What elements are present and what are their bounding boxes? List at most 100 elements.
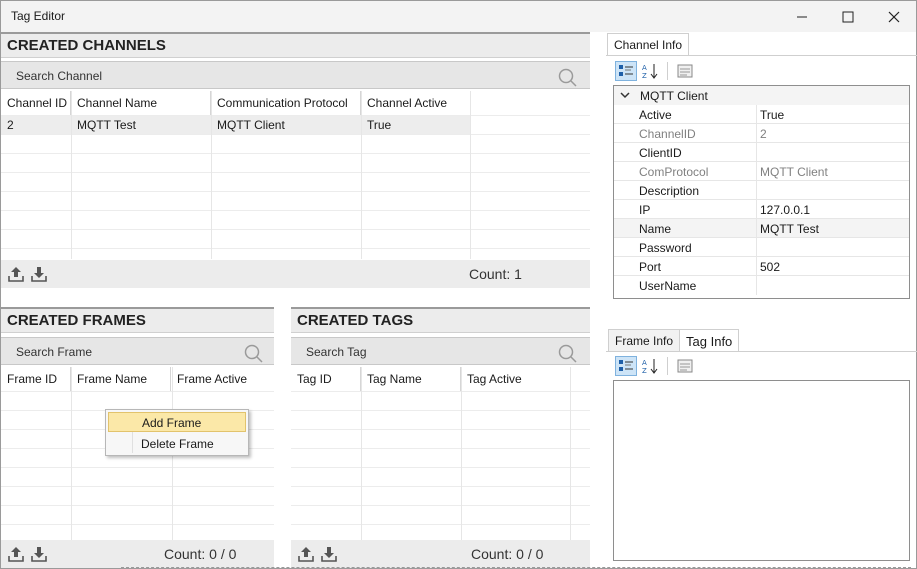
property-row-active[interactable]: Active True [614, 105, 909, 124]
tags-table[interactable]: Tag ID Tag Name Tag Active [291, 367, 590, 540]
property-value[interactable]: 127.0.0.1 [760, 203, 810, 217]
download-icon[interactable] [30, 265, 48, 283]
search-icon[interactable] [557, 343, 577, 363]
property-value[interactable]: MQTT Test [760, 222, 819, 236]
channel-info-tabs: Channel Info [607, 33, 690, 55]
property-value: MQTT Client [760, 165, 828, 179]
tab-frame-info[interactable]: Frame Info [608, 329, 681, 351]
sort-alphabetical-icon: AZ [642, 359, 658, 374]
svg-text:Z: Z [642, 72, 647, 79]
search-icon[interactable] [243, 343, 263, 363]
info-tabs: Frame Info Tag Info [608, 329, 740, 351]
column-header[interactable]: Channel Active [361, 91, 471, 115]
tag-search-input[interactable]: Search Tag [306, 345, 367, 359]
categorized-icon [619, 360, 633, 371]
svg-text:A: A [642, 359, 647, 367]
property-row-clientid[interactable]: ClientID [614, 143, 909, 162]
menu-item-delete-frame[interactable]: Delete Frame [108, 434, 246, 454]
property-toolbar: AZ [615, 61, 696, 81]
property-pages-icon [677, 359, 693, 373]
minimize-button[interactable] [779, 1, 825, 32]
property-value[interactable]: True [760, 108, 784, 122]
sort-alphabetical-icon: AZ [642, 64, 658, 79]
property-row-ip[interactable]: IP 127.0.0.1 [614, 200, 909, 219]
categorized-button[interactable] [615, 356, 637, 376]
property-name: Port [639, 260, 662, 274]
cell-active: True [367, 118, 392, 132]
property-value[interactable]: 502 [760, 260, 780, 274]
property-row-description[interactable]: Description [614, 181, 909, 200]
cell-channel-name: MQTT Test [77, 118, 136, 132]
download-icon[interactable] [320, 545, 338, 563]
maximize-button[interactable] [825, 1, 871, 32]
channels-table[interactable]: Channel ID Channel Name Communication Pr… [1, 91, 590, 259]
window-title: Tag Editor [11, 9, 66, 23]
property-row-username[interactable]: UserName [614, 276, 909, 295]
property-name: Active [639, 108, 672, 122]
frames-table-header: Frame ID Frame Name Frame Active [1, 367, 274, 391]
property-name: ComProtocol [639, 165, 709, 179]
tags-panel: CREATED TAGS Search Tag Tag ID Tag Name … [291, 307, 590, 568]
channel-search-input[interactable]: Search Channel [16, 69, 102, 83]
column-header[interactable]: Channel Name [71, 91, 211, 115]
column-header[interactable]: Tag Active [461, 367, 571, 391]
channels-heading: CREATED CHANNELS [7, 37, 166, 54]
tag-property-grid[interactable] [613, 380, 910, 561]
alphabetical-button[interactable]: AZ [639, 61, 661, 81]
channels-count: Count: 1 [469, 266, 522, 282]
tag-search-bar[interactable]: Search Tag [291, 337, 590, 365]
search-icon[interactable] [557, 67, 577, 87]
column-header[interactable]: Communication Protocol [211, 91, 361, 115]
property-name: Name [639, 222, 672, 236]
frame-search-input[interactable]: Search Frame [16, 345, 92, 359]
cell-protocol: MQTT Client [217, 118, 285, 132]
property-pages-button[interactable] [674, 356, 696, 376]
tags-heading: CREATED TAGS [297, 312, 414, 329]
tab-channel-info[interactable]: Channel Info [607, 33, 690, 55]
channels-panel: CREATED CHANNELS Search Channel Channel … [1, 32, 590, 288]
column-header[interactable]: Channel ID [1, 91, 71, 115]
column-header[interactable]: Frame Active [171, 367, 274, 391]
column-header[interactable]: Frame ID [1, 367, 71, 391]
property-row-name[interactable]: Name MQTT Test [614, 219, 909, 238]
upload-icon[interactable] [297, 545, 315, 563]
minimize-icon [797, 16, 807, 17]
tags-table-header: Tag ID Tag Name Tag Active [291, 367, 571, 391]
property-category[interactable]: MQTT Client [614, 86, 909, 105]
upload-icon[interactable] [7, 265, 25, 283]
close-icon [888, 11, 900, 22]
tab-tag-info[interactable]: Tag Info [679, 329, 740, 351]
column-header[interactable]: Tag ID [291, 367, 361, 391]
download-icon[interactable] [30, 545, 48, 563]
channels-footer: Count: 1 [1, 260, 590, 288]
frame-search-bar[interactable]: Search Frame [1, 337, 274, 365]
channels-header: CREATED CHANNELS [1, 32, 590, 58]
property-value: 2 [760, 127, 767, 141]
svg-text:A: A [642, 64, 647, 72]
upload-icon[interactable] [7, 545, 25, 563]
frames-heading: CREATED FRAMES [7, 312, 146, 329]
frames-context-menu: Add Frame Delete Frame [105, 409, 249, 456]
frames-header: CREATED FRAMES [1, 307, 274, 333]
property-row-comprotocol[interactable]: ComProtocol MQTT Client [614, 162, 909, 181]
chevron-down-icon[interactable] [620, 91, 630, 99]
property-row-channelid[interactable]: ChannelID 2 [614, 124, 909, 143]
menu-item-add-frame[interactable]: Add Frame [108, 412, 246, 432]
column-header[interactable]: Tag Name [361, 367, 461, 391]
property-row-port[interactable]: Port 502 [614, 257, 909, 276]
tag-property-toolbar: AZ [615, 356, 696, 376]
categorized-button[interactable] [615, 61, 637, 81]
column-header[interactable]: Frame Name [71, 367, 171, 391]
frames-count: Count: 0 / 0 [164, 546, 237, 562]
channel-search-bar[interactable]: Search Channel [1, 61, 590, 89]
maximize-icon [842, 11, 854, 22]
tags-header: CREATED TAGS [291, 307, 590, 333]
property-name: Description [639, 184, 700, 198]
property-pages-button[interactable] [674, 61, 696, 81]
property-name: IP [639, 203, 651, 217]
close-button[interactable] [871, 1, 917, 32]
cell-channel-id: 2 [7, 118, 14, 132]
property-name: ClientID [639, 146, 682, 160]
property-row-password[interactable]: Password [614, 238, 909, 257]
alphabetical-button[interactable]: AZ [639, 356, 661, 376]
